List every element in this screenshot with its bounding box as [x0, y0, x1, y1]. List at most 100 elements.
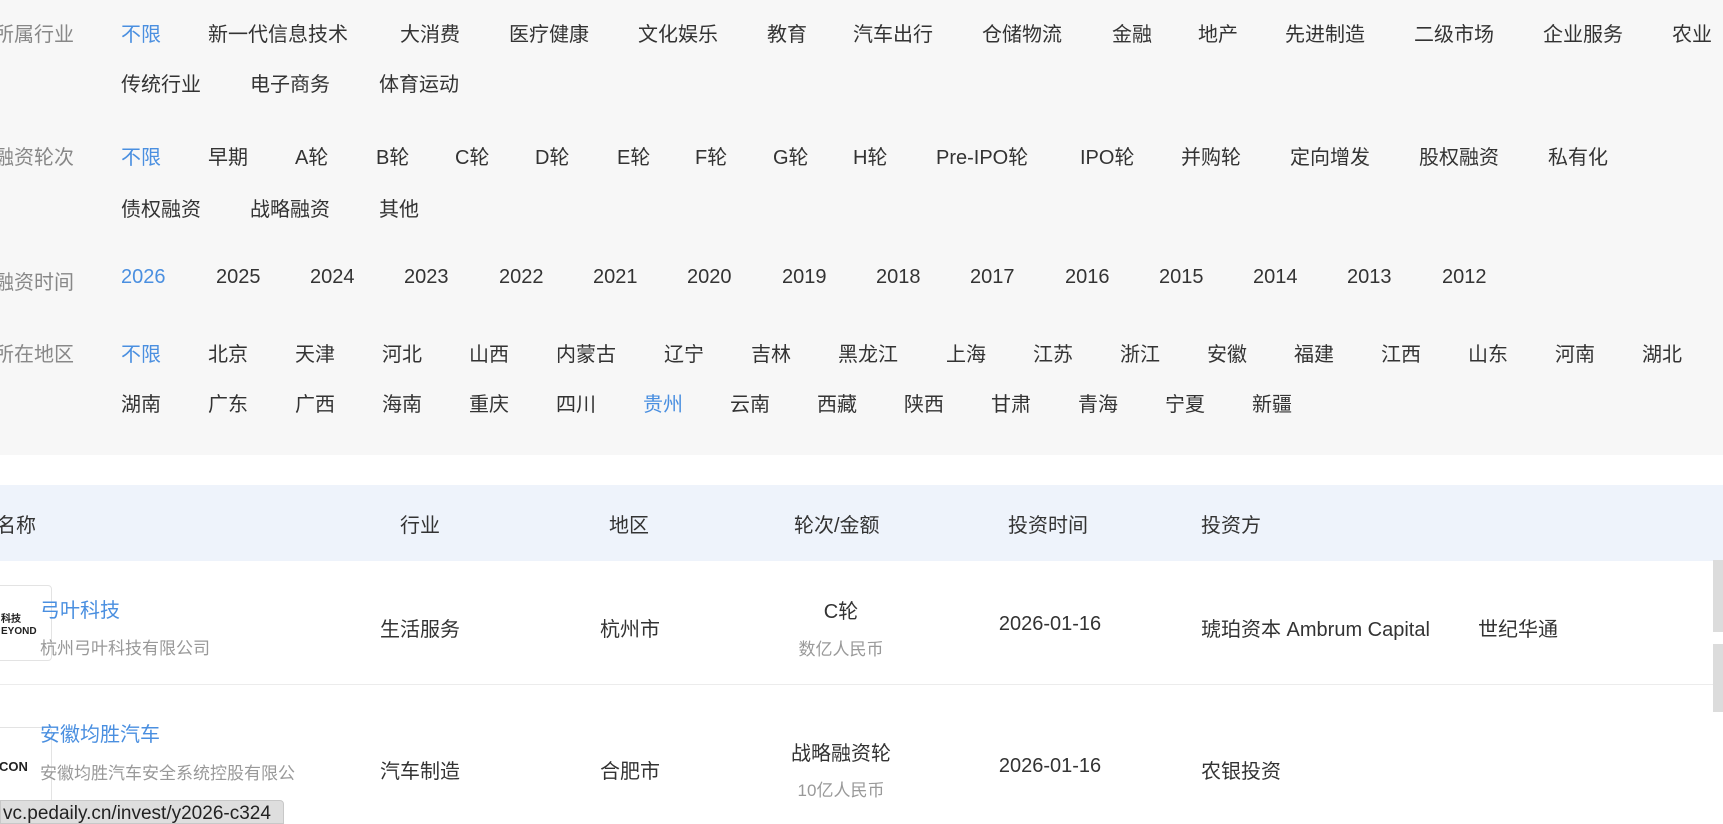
logo-text: 科技 EYOND — [1, 614, 37, 637]
round-option[interactable]: H轮 — [853, 141, 887, 170]
region-option[interactable]: 西藏 — [817, 388, 857, 417]
round-option[interactable]: 定向增发 — [1290, 141, 1370, 170]
year-option[interactable]: 2018 — [876, 266, 921, 289]
round-option[interactable]: E轮 — [617, 141, 650, 170]
region-option[interactable]: 天津 — [295, 338, 335, 367]
industry-option[interactable]: 电子商务 — [250, 68, 330, 97]
year-option[interactable]: 2021 — [593, 266, 638, 289]
industry-option[interactable]: 不限 — [121, 18, 161, 47]
region-option[interactable]: 海南 — [382, 388, 422, 417]
company-name-link[interactable]: 安徽均胜汽车 — [40, 718, 160, 747]
round-option[interactable]: 早期 — [208, 141, 248, 170]
round-option[interactable]: 并购轮 — [1181, 141, 1241, 170]
year-option[interactable]: 2020 — [687, 266, 732, 289]
round-option[interactable]: 债权融资 — [121, 193, 201, 222]
region-option[interactable]: 湖北 — [1642, 338, 1682, 367]
row-region: 合肥市 — [600, 761, 660, 783]
round-option[interactable]: F轮 — [695, 141, 727, 170]
column-header-region: 地区 — [609, 515, 649, 537]
year-option[interactable]: 2019 — [782, 266, 827, 289]
row-round: 战略融资轮 — [791, 743, 891, 765]
region-option-selected[interactable]: 贵州 — [643, 388, 683, 417]
round-option[interactable]: 私有化 — [1548, 141, 1608, 170]
year-option[interactable]: 2023 — [404, 266, 449, 289]
region-option[interactable]: 吉林 — [751, 338, 791, 367]
industry-option[interactable]: 体育运动 — [379, 68, 459, 97]
company-full-name: 安徽均胜汽车安全系统控股有限公 — [40, 764, 295, 783]
company-name-link[interactable]: 弓叶科技 — [40, 594, 120, 623]
year-option[interactable]: 2017 — [970, 266, 1015, 289]
industry-option[interactable]: 二级市场 — [1414, 18, 1494, 47]
company-full-name: 杭州弓叶科技有限公司 — [40, 639, 210, 658]
region-option[interactable]: 重庆 — [469, 388, 509, 417]
year-option[interactable]: 2022 — [499, 266, 544, 289]
industry-option[interactable]: 仓储物流 — [982, 18, 1062, 47]
industry-option[interactable]: 企业服务 — [1543, 18, 1623, 47]
scrollbar-thumb[interactable] — [1713, 644, 1723, 712]
region-option[interactable]: 山西 — [469, 338, 509, 367]
row-industry: 生活服务 — [380, 619, 460, 641]
region-option[interactable]: 广西 — [295, 388, 335, 417]
round-option[interactable]: Pre-IPO轮 — [936, 141, 1028, 170]
region-option[interactable]: 陕西 — [904, 388, 944, 417]
year-option[interactable]: 2026 — [121, 266, 166, 289]
region-option[interactable]: 云南 — [730, 388, 770, 417]
round-option[interactable]: D轮 — [535, 141, 569, 170]
region-option[interactable]: 新疆 — [1252, 388, 1292, 417]
year-option[interactable]: 2013 — [1347, 266, 1392, 289]
region-option[interactable]: 青海 — [1078, 388, 1118, 417]
investor-link[interactable]: 农银投资 — [1201, 755, 1281, 784]
industry-option[interactable]: 新一代信息技术 — [208, 18, 348, 47]
region-option[interactable]: 浙江 — [1120, 338, 1160, 367]
industry-option[interactable]: 金融 — [1112, 18, 1152, 47]
region-option[interactable]: 山东 — [1468, 338, 1508, 367]
region-option[interactable]: 内蒙古 — [556, 338, 616, 367]
industry-option[interactable]: 文化娱乐 — [638, 18, 718, 47]
industry-option[interactable]: 农业 — [1672, 18, 1712, 47]
industry-option[interactable]: 地产 — [1198, 18, 1238, 47]
industry-option[interactable]: 教育 — [767, 18, 807, 47]
year-option[interactable]: 2015 — [1159, 266, 1204, 289]
round-option[interactable]: 其他 — [379, 193, 419, 222]
region-option[interactable]: 江西 — [1381, 338, 1421, 367]
industry-option[interactable]: 医疗健康 — [509, 18, 589, 47]
region-option[interactable]: 甘肃 — [991, 388, 1031, 417]
region-option[interactable]: 安徽 — [1207, 338, 1247, 367]
industry-option[interactable]: 传统行业 — [121, 68, 201, 97]
round-option[interactable]: A轮 — [295, 141, 328, 170]
region-option[interactable]: 上海 — [946, 338, 986, 367]
investor-link[interactable]: 琥珀资本 Ambrum Capital — [1201, 613, 1430, 642]
column-header-name: 名称 — [0, 515, 36, 537]
region-option[interactable]: 河北 — [382, 338, 422, 367]
round-option[interactable]: B轮 — [376, 141, 409, 170]
region-option[interactable]: 湖南 — [121, 388, 161, 417]
industry-option[interactable]: 先进制造 — [1285, 18, 1365, 47]
region-option[interactable]: 北京 — [208, 338, 248, 367]
region-option[interactable]: 江苏 — [1033, 338, 1073, 367]
round-option[interactable]: 战略融资 — [250, 193, 330, 222]
region-option[interactable]: 宁夏 — [1165, 388, 1205, 417]
year-option[interactable]: 2014 — [1253, 266, 1298, 289]
region-option[interactable]: 黑龙江 — [838, 338, 898, 367]
region-option[interactable]: 四川 — [556, 388, 596, 417]
region-option[interactable]: 河南 — [1555, 338, 1595, 367]
investor-link[interactable]: 世纪华通 — [1478, 613, 1558, 642]
industry-option[interactable]: 汽车出行 — [853, 18, 933, 47]
region-option[interactable]: 不限 — [121, 338, 161, 367]
round-option[interactable]: IPO轮 — [1080, 141, 1134, 170]
region-option[interactable]: 辽宁 — [664, 338, 704, 367]
round-option[interactable]: 不限 — [121, 141, 161, 170]
round-option[interactable]: C轮 — [455, 141, 489, 170]
filter-label-region: 所在地区 — [0, 344, 74, 366]
year-option[interactable]: 2012 — [1442, 266, 1487, 289]
year-option[interactable]: 2024 — [310, 266, 355, 289]
row-region: 杭州市 — [600, 619, 660, 641]
region-option[interactable]: 福建 — [1294, 338, 1334, 367]
year-option[interactable]: 2016 — [1065, 266, 1110, 289]
industry-option[interactable]: 大消费 — [400, 18, 460, 47]
year-option[interactable]: 2025 — [216, 266, 261, 289]
scrollbar-thumb[interactable] — [1713, 560, 1723, 632]
round-option[interactable]: G轮 — [773, 141, 809, 170]
round-option[interactable]: 股权融资 — [1419, 141, 1499, 170]
region-option[interactable]: 广东 — [208, 388, 248, 417]
